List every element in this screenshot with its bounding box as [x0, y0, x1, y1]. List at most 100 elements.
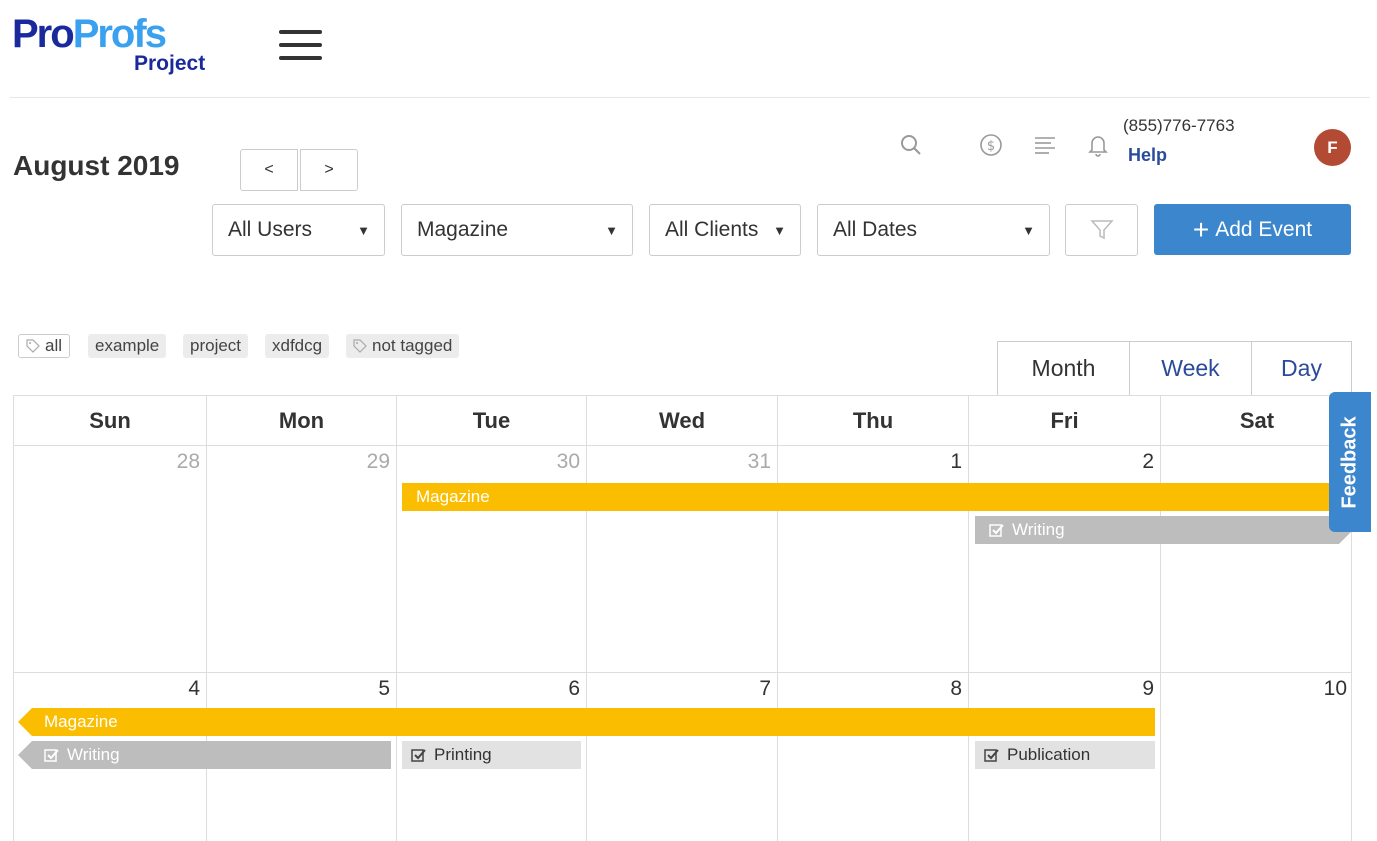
weekday-sat: Sat [1160, 396, 1351, 446]
users-select[interactable]: All Users ▼ [212, 204, 385, 256]
day-cell[interactable]: 31 [586, 446, 777, 672]
tag-label: not tagged [372, 336, 453, 355]
event-magazine[interactable]: Magazine [402, 483, 1351, 511]
bell-icon[interactable] [1081, 128, 1115, 162]
day-number: 31 [747, 450, 771, 473]
checkbox-icon [989, 523, 1004, 538]
logo[interactable]: ProProfs Project [12, 12, 205, 75]
weekday-sun: Sun [89, 408, 131, 433]
checkbox-icon [44, 748, 59, 762]
event-magazine[interactable]: Magazine [18, 708, 1155, 736]
day-number: 4 [188, 677, 200, 700]
avatar[interactable]: F [1314, 129, 1351, 166]
day-number: 7 [759, 677, 771, 700]
day-number: 30 [556, 450, 580, 473]
header-divider [10, 97, 1370, 98]
weekday-wed: Wed [586, 396, 777, 446]
tag-not-tagged[interactable]: not tagged [346, 334, 460, 358]
day-number: 28 [176, 450, 200, 473]
day-number: 8 [950, 677, 962, 700]
filter-button[interactable] [1065, 204, 1138, 256]
weekday-fri: Fri [968, 396, 1160, 446]
tag-xdfdcg[interactable]: xdfdcg [265, 334, 330, 358]
event-writing[interactable]: Writing [18, 741, 391, 769]
users-select-value: All Users [228, 218, 313, 241]
support-phone: (855)776-7763 [1123, 116, 1235, 135]
page-title: August 2019 [13, 150, 180, 181]
add-event-button[interactable]: + Add Event [1154, 204, 1351, 255]
next-month-button[interactable]: > [300, 149, 358, 191]
day-cell[interactable]: 2 [968, 446, 1160, 672]
feedback-label: Feedback [1338, 415, 1361, 509]
day-number: 2 [1142, 450, 1154, 473]
weekday-thu: Thu [777, 396, 968, 446]
month-calendar: Sun Mon Tue Wed Thu Fri Sat 28 29 30 31 … [13, 395, 1352, 841]
tag-label: xdfdcg [272, 336, 323, 355]
tag-all[interactable]: all [18, 334, 71, 358]
day-cell[interactable]: 7 [586, 673, 777, 841]
chevron-down-icon: ▼ [605, 222, 618, 238]
tag-label: all [45, 336, 63, 355]
day-number: 6 [568, 677, 580, 700]
weekday-tue: Tue [396, 396, 586, 446]
tag-example[interactable]: example [88, 334, 167, 358]
list-icon[interactable] [1028, 128, 1062, 162]
plus-icon: + [1192, 213, 1210, 245]
prev-month-button[interactable]: < [240, 149, 298, 191]
event-label: Writing [67, 745, 120, 764]
day-cell[interactable]: 30 [396, 446, 586, 672]
help-link[interactable]: Help [1128, 145, 1167, 166]
tab-week[interactable]: Week [1129, 342, 1251, 395]
dollar-icon[interactable]: $ [974, 128, 1008, 162]
event-label: Magazine [416, 487, 490, 506]
tab-day[interactable]: Day [1251, 342, 1351, 395]
feedback-tab[interactable]: Feedback [1329, 392, 1371, 532]
dates-select-value: All Dates [833, 218, 918, 241]
chevron-down-icon: ▼ [773, 222, 786, 238]
event-label: Publication [1007, 745, 1091, 764]
chevron-down-icon: ▼ [1022, 222, 1035, 238]
checkbox-icon [984, 748, 999, 762]
tag-project[interactable]: project [183, 334, 249, 358]
day-cell[interactable]: 28 [14, 446, 206, 672]
view-tabs: Month Week Day [997, 341, 1352, 395]
event-writing[interactable]: Writing [975, 516, 1352, 544]
day-number: 5 [378, 677, 390, 700]
day-cell[interactable]: 8 [777, 673, 968, 841]
event-publication[interactable]: Publication [975, 741, 1155, 769]
tab-month[interactable]: Month [998, 342, 1129, 395]
event-label: Magazine [44, 712, 118, 731]
tag-label: example [95, 336, 160, 355]
day-number: 9 [1142, 677, 1154, 700]
event-label: Printing [434, 745, 492, 764]
clients-select-value: All Clients [665, 218, 759, 241]
add-event-label: Add Event [1215, 217, 1313, 241]
day-number: 10 [1323, 677, 1347, 700]
tag-icon [26, 339, 40, 353]
checkbox-icon [411, 748, 426, 762]
filter-icon [1089, 220, 1114, 240]
hamburger-menu-icon[interactable] [279, 30, 322, 60]
event-printing[interactable]: Printing [402, 741, 581, 769]
day-cell[interactable]: 1 [777, 446, 968, 672]
day-number: 29 [366, 450, 390, 473]
calendar-week: 28 29 30 31 1 2 3 Magazine Writing [14, 446, 1351, 673]
day-cell[interactable]: 29 [206, 446, 396, 672]
event-label: Writing [1012, 520, 1065, 539]
tag-icon [353, 339, 367, 353]
tag-label: project [190, 336, 242, 355]
day-number: 1 [950, 450, 962, 473]
weekday-mon: Mon [206, 396, 396, 446]
clients-select[interactable]: All Clients ▼ [649, 204, 801, 256]
chevron-down-icon: ▼ [357, 222, 370, 238]
day-cell[interactable]: 10 [1160, 673, 1351, 841]
dates-select[interactable]: All Dates ▼ [817, 204, 1050, 256]
project-select[interactable]: Magazine ▼ [401, 204, 633, 256]
logo-pro: Pro [12, 12, 75, 56]
calendar-week: 4 5 6 7 8 9 10 Magazine Writing Printing… [14, 673, 1351, 841]
logo-subtitle: Project [134, 52, 206, 75]
logo-profs: Profs [72, 12, 167, 56]
day-cell[interactable]: 3 [1160, 446, 1351, 672]
search-icon[interactable] [894, 128, 928, 162]
weekday-header: Sun Mon Tue Wed Thu Fri Sat [14, 396, 1351, 446]
